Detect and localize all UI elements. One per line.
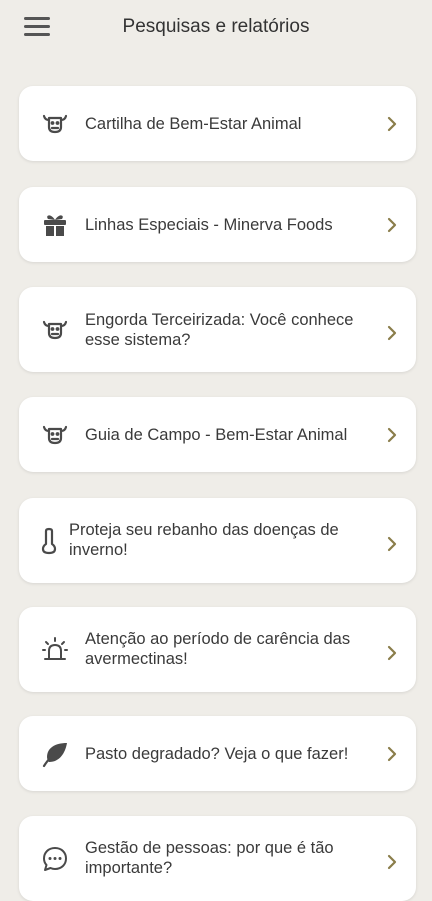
chevron-right-icon (386, 536, 398, 552)
list-item-label: Pasto degradado? Veja o que fazer! (85, 745, 349, 763)
cow-icon (41, 110, 69, 138)
list-item-label: Linhas Especiais - Minerva Foods (85, 216, 333, 234)
chevron-right-icon (386, 116, 398, 132)
list-item-guia-de-campo[interactable]: Guia de Campo - Bem-Estar Animal (19, 397, 416, 472)
list-item-gestao-pessoas[interactable]: Gestão de pessoas: por que é tão importa… (19, 816, 416, 901)
cow-icon (41, 421, 69, 449)
thermometer-icon (35, 527, 63, 555)
cow-icon (41, 316, 69, 344)
gift-icon (41, 211, 69, 239)
leaf-icon (41, 740, 69, 768)
app-header: Pesquisas e relatórios (0, 0, 432, 56)
list-item-cartilha[interactable]: Cartilha de Bem-Estar Animal (19, 86, 416, 161)
chevron-right-icon (386, 427, 398, 443)
chevron-right-icon (386, 325, 398, 341)
chevron-right-icon (386, 746, 398, 762)
list-item-label: Atenção ao período de carência das averm… (85, 630, 351, 668)
chevron-right-icon (386, 854, 398, 870)
list-item-label: Proteja seu rebanho das doenças de inver… (69, 521, 339, 559)
list-item-pasto-degradado[interactable]: Pasto degradado? Veja o que fazer! (19, 716, 416, 791)
list-item-label: Gestão de pessoas: por que é tão importa… (85, 839, 334, 877)
list-item-label: Engorda Terceirizada: Você conhece esse … (85, 311, 354, 349)
chevron-right-icon (386, 645, 398, 661)
list-item-avermectinas[interactable]: Atenção ao período de carência das averm… (19, 607, 416, 692)
page-title: Pesquisas e relatórios (122, 16, 310, 37)
list-item-engorda-terceirizada[interactable]: Engorda Terceirizada: Você conhece esse … (19, 287, 416, 372)
list-item-label: Cartilha de Bem-Estar Animal (85, 115, 302, 133)
alarm-light-icon (41, 636, 69, 664)
list-item-label: Guia de Campo - Bem-Estar Animal (85, 426, 348, 444)
list-item-doencas-inverno[interactable]: Proteja seu rebanho das doenças de inver… (19, 498, 416, 583)
list-item-linhas-especiais[interactable]: Linhas Especiais - Minerva Foods (19, 187, 416, 262)
chat-bubble-icon (41, 845, 69, 873)
chevron-right-icon (386, 217, 398, 233)
